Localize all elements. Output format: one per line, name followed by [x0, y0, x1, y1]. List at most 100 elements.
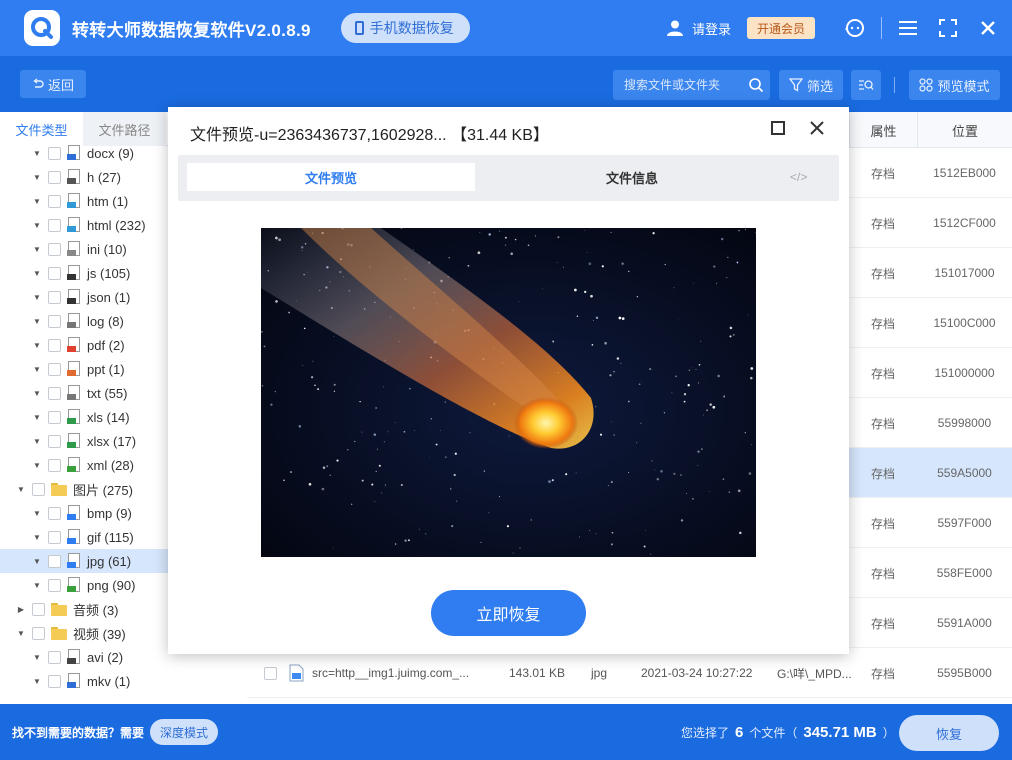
deep-mode-button[interactable]: 深度模式 [150, 719, 219, 745]
code-view-icon[interactable]: </> [790, 163, 807, 191]
tree-checkbox[interactable] [48, 458, 61, 472]
zoom-search-icon [859, 80, 874, 90]
column-position[interactable]: 位置 [917, 112, 1012, 148]
dialog-close-icon[interactable] [808, 119, 826, 137]
tree-checkbox[interactable] [48, 218, 61, 232]
app-title: 转转大师数据恢复软件V2.0.8.9 [72, 20, 311, 40]
vip-button[interactable]: 开通会员 [746, 17, 815, 39]
collapse-caret-icon[interactable]: ▼ [32, 580, 42, 590]
xml-file-icon [67, 457, 81, 473]
table-row[interactable]: src=http__img1.juimg.com_... 143.01 KB j… [247, 648, 1012, 698]
collapse-caret-icon[interactable]: ▼ [32, 196, 42, 206]
collapse-caret-icon[interactable]: ▼ [32, 172, 42, 182]
tree-checkbox[interactable] [48, 386, 61, 400]
phone-recovery-button[interactable]: 手机数据恢复 [340, 13, 470, 43]
collapse-caret-icon[interactable]: ▼ [32, 436, 42, 446]
collapse-caret-icon[interactable]: ▼ [32, 268, 42, 278]
tree-checkbox[interactable] [48, 578, 61, 592]
tree-checkbox[interactable] [48, 242, 61, 256]
close-icon[interactable] [968, 0, 1008, 56]
collapse-caret-icon[interactable]: ▼ [32, 364, 42, 374]
file-preview-dialog: 文件预览-u=2363436737,1602928... 【31.44 KB】 … [168, 107, 849, 654]
recover-now-button[interactable]: 立即恢复 [431, 590, 586, 636]
tree-checkbox[interactable] [48, 434, 61, 448]
tree-item-label: bmp (9) [87, 505, 132, 521]
collapse-caret-icon[interactable]: ▼ [32, 292, 42, 302]
jpg-file-icon [67, 553, 81, 569]
file-date: 2021-03-24 10:27:22 [641, 666, 753, 680]
tree-item-label: gif (115) [87, 529, 134, 545]
tree-checkbox[interactable] [48, 266, 61, 280]
txt-file-icon [67, 385, 81, 401]
collapse-caret-icon[interactable]: ▼ [32, 148, 42, 158]
collapse-caret-icon[interactable]: ▼ [32, 460, 42, 470]
tree-checkbox[interactable] [32, 482, 45, 496]
xlsx-file-icon [67, 433, 81, 449]
search-icon[interactable] [748, 77, 764, 93]
preview-image [261, 228, 756, 557]
tree-item-label: htm (1) [87, 193, 129, 209]
fullscreen-icon[interactable] [928, 0, 968, 56]
tree-checkbox[interactable] [48, 530, 61, 544]
html-file-icon [67, 217, 81, 233]
filter-button[interactable]: 筛选 [779, 70, 843, 100]
column-attr[interactable]: 属性 [849, 112, 917, 148]
tree-item-label: pdf (2) [87, 337, 125, 353]
collapse-caret-icon[interactable]: ▼ [32, 508, 42, 518]
expand-caret-icon[interactable]: ▶ [16, 604, 26, 614]
collapse-caret-icon[interactable]: ▼ [32, 412, 42, 422]
tree-checkbox[interactable] [48, 146, 61, 160]
back-button[interactable]: 返回 [20, 70, 86, 98]
zoom-search-button[interactable] [851, 70, 881, 100]
tree-checkbox[interactable] [48, 194, 61, 208]
avi-file-icon [67, 649, 81, 665]
folder-icon [51, 626, 67, 640]
tree-checkbox[interactable] [48, 290, 61, 304]
tree-checkbox[interactable] [48, 362, 61, 376]
collapse-caret-icon[interactable]: ▼ [32, 556, 42, 566]
file-attr: 存档 [870, 416, 895, 431]
support-icon[interactable] [835, 0, 875, 56]
file-position: 5595B000 [937, 666, 992, 680]
search-input[interactable] [624, 78, 744, 92]
collapse-caret-icon[interactable]: ▼ [32, 676, 42, 686]
collapse-caret-icon[interactable]: ▼ [32, 532, 42, 542]
preview-mode-button[interactable]: 预览模式 [909, 70, 1000, 100]
collapse-caret-icon[interactable]: ▼ [32, 388, 42, 398]
tab-file-preview[interactable]: 文件预览 [187, 163, 475, 191]
tree-item[interactable]: ▼ mkv (1) [0, 669, 247, 693]
file-attr: 存档 [870, 316, 895, 331]
tree-checkbox[interactable] [32, 626, 45, 640]
tree-checkbox[interactable] [32, 602, 45, 616]
tab-file-info[interactable]: 文件信息 [488, 163, 776, 191]
tree-checkbox[interactable] [48, 674, 61, 688]
toolbar: 返回 筛选 预览模式 [0, 56, 1012, 112]
preview-mode-label: 预览模式 [937, 78, 990, 94]
collapse-caret-icon[interactable]: ▼ [32, 220, 42, 230]
tree-checkbox[interactable] [48, 506, 61, 520]
collapse-caret-icon[interactable]: ▼ [16, 628, 26, 638]
row-checkbox[interactable] [264, 666, 277, 680]
menu-icon[interactable] [888, 0, 928, 56]
deep-mode-hint: 找不到需要的数据？需要 [12, 725, 145, 740]
collapse-caret-icon[interactable]: ▼ [16, 484, 26, 494]
recover-button[interactable]: 恢复 [899, 715, 999, 751]
collapse-caret-icon[interactable]: ▼ [32, 244, 42, 254]
tree-checkbox[interactable] [48, 410, 61, 424]
collapse-caret-icon[interactable]: ▼ [32, 316, 42, 326]
tree-checkbox[interactable] [48, 554, 61, 568]
tree-item-label: ppt (1) [87, 361, 125, 377]
filter-label: 筛选 [806, 78, 833, 94]
login-button[interactable]: 请登录 [666, 19, 731, 38]
collapse-caret-icon[interactable]: ▼ [32, 652, 42, 662]
tree-checkbox[interactable] [48, 650, 61, 664]
toolbar-divider [894, 77, 895, 93]
tree-checkbox[interactable] [48, 170, 61, 184]
app-logo-icon [24, 10, 60, 46]
tree-checkbox[interactable] [48, 314, 61, 328]
file-attr: 存档 [870, 466, 895, 481]
collapse-caret-icon[interactable]: ▼ [32, 340, 42, 350]
tree-checkbox[interactable] [48, 338, 61, 352]
maximize-icon[interactable] [771, 121, 785, 135]
title-bar: 转转大师数据恢复软件V2.0.8.9 手机数据恢复 请登录 开通会员 [0, 0, 1012, 56]
